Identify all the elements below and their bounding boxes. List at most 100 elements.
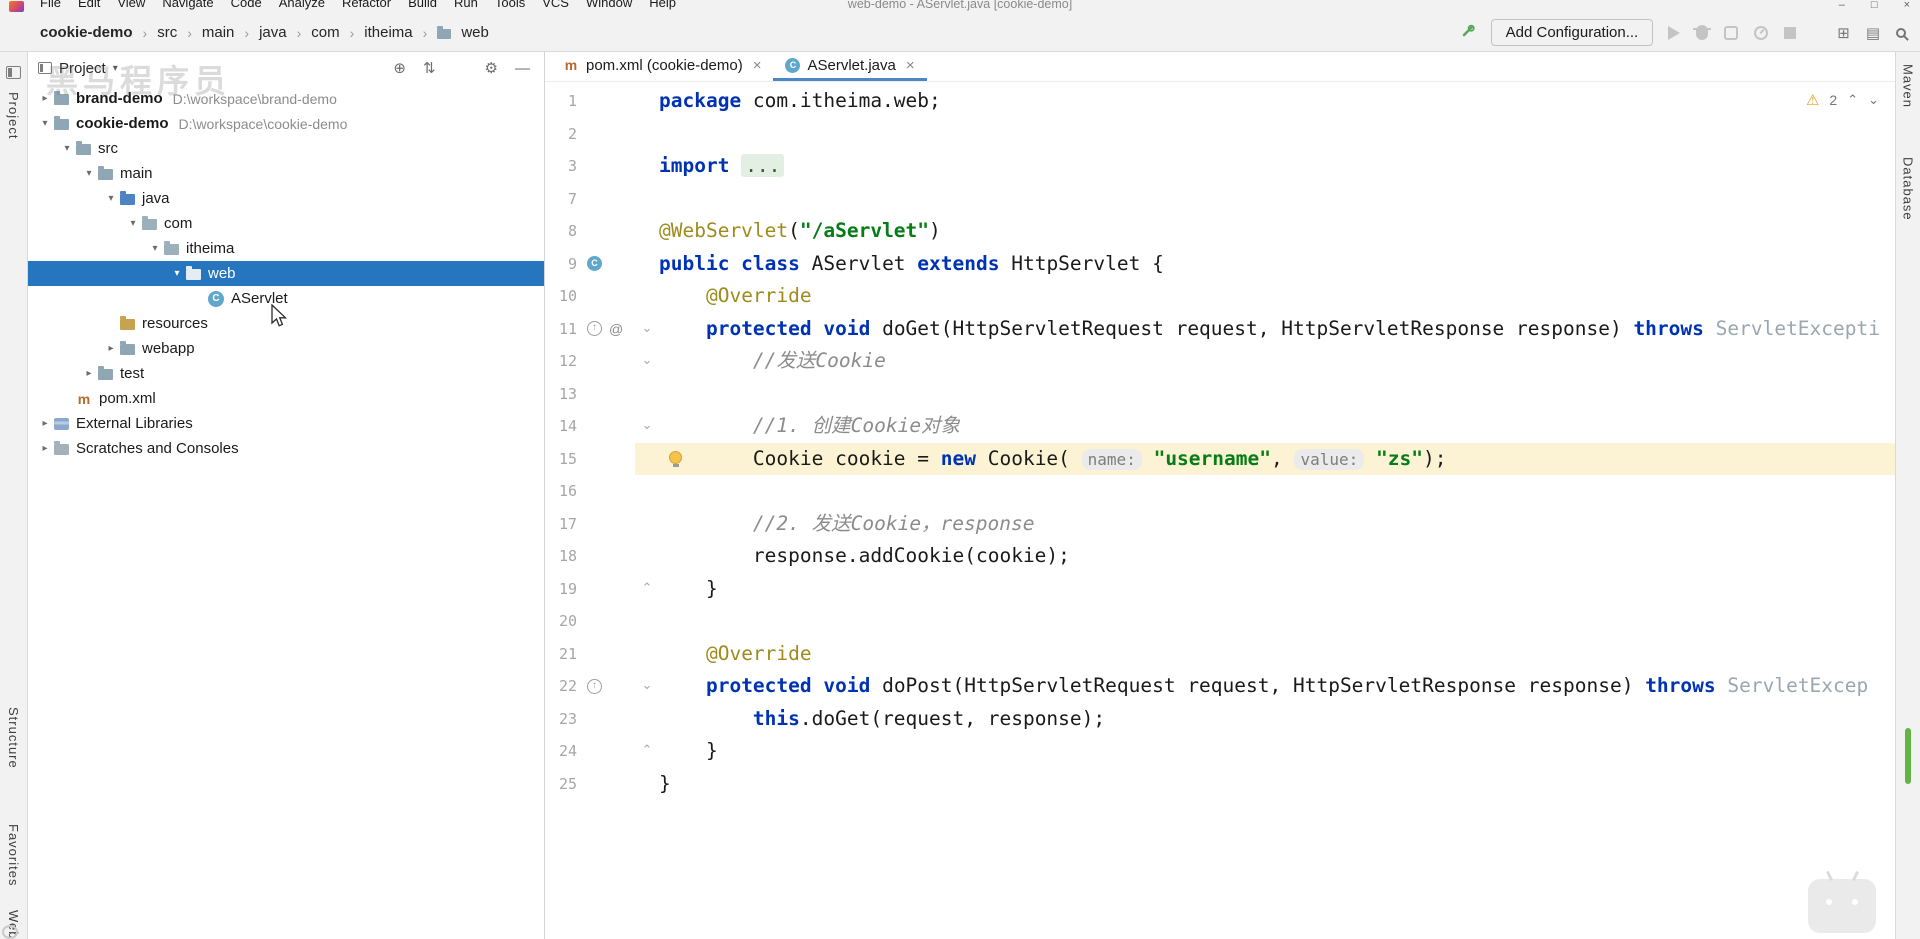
chevron-right-icon[interactable]: ▸ [36, 93, 54, 104]
tree-item-aservlet[interactable]: C AServlet [28, 286, 544, 311]
debug-icon[interactable] [1693, 25, 1712, 40]
hide-icon[interactable]: — [515, 60, 530, 77]
menu-file[interactable]: File [40, 0, 61, 14]
menu-build[interactable]: Build [408, 0, 437, 14]
code-text[interactable] [659, 605, 1895, 638]
project-panel-title[interactable]: Project [59, 60, 106, 77]
menu-refactor[interactable]: Refactor [342, 0, 391, 14]
editor-tab-aservlet-java[interactable]: C AServlet.java × [773, 52, 927, 81]
fold-up-icon[interactable]: ⌃ [635, 573, 659, 606]
add-configuration-button[interactable]: Add Configuration... [1490, 19, 1654, 46]
menu-code[interactable]: Code [231, 0, 262, 14]
collapse-all-icon[interactable]: ⇅ [423, 59, 436, 77]
layout-icon[interactable]: ▤ [1866, 24, 1880, 42]
maximize-icon[interactable]: □ [1871, 0, 1878, 14]
chevron-down-icon[interactable]: ▾ [113, 63, 118, 74]
chevron-down-icon[interactable]: ▾ [36, 118, 54, 129]
code-text[interactable]: protected void doPost(HttpServletRequest… [659, 670, 1895, 703]
chevron-right-icon[interactable]: ▸ [36, 418, 54, 429]
fold-up-icon[interactable]: ⌃ [635, 735, 659, 768]
breadcrumb-item-cookie-demo[interactable]: cookie-demo [40, 24, 133, 41]
tree-item-scratches-and-consoles[interactable]: ▸ Scratches and Consoles [28, 436, 544, 461]
code-text[interactable]: import ... [659, 150, 1895, 183]
fold-down-icon[interactable]: ⌄ [635, 410, 659, 443]
menu-vcs[interactable]: VCS [542, 0, 569, 14]
breadcrumb-item-itheima[interactable]: itheima [364, 24, 412, 41]
chevron-right-icon[interactable]: ▸ [80, 368, 98, 379]
tree-item-brand-demo[interactable]: ▸ brand-demo D:\workspace\brand-demo [28, 86, 544, 111]
tool-stripe-structure[interactable]: Structure [6, 707, 21, 769]
code-text[interactable]: package com.itheima.web; [659, 85, 1895, 118]
chevron-down-icon[interactable]: ▾ [146, 243, 164, 254]
code-text[interactable]: } [659, 573, 1895, 606]
tool-stripe-favorites[interactable]: Favorites [6, 824, 21, 886]
code-text[interactable] [659, 183, 1895, 216]
code-text[interactable]: //发送Cookie [659, 345, 1895, 378]
code-text[interactable]: //2. 发送Cookie，response [659, 508, 1895, 541]
build-hammer-icon[interactable] [1458, 24, 1476, 42]
close-icon[interactable]: × [906, 57, 915, 74]
close-icon[interactable]: × [753, 57, 762, 74]
menu-tools[interactable]: Tools [495, 0, 525, 14]
chevron-down-icon[interactable]: ▾ [124, 218, 142, 229]
override-method-icon[interactable]: ↑ [587, 321, 602, 337]
tree-item-web[interactable]: ▾ web [28, 261, 544, 286]
code-text[interactable]: this.doGet(request, response); [659, 703, 1895, 736]
search-icon[interactable] [1896, 27, 1906, 38]
code-text[interactable]: //1. 创建Cookie对象 [659, 410, 1895, 443]
code-text[interactable]: @WebServlet("/aServlet") [659, 215, 1895, 248]
menu-window[interactable]: Window [586, 0, 632, 14]
tree-item-webapp[interactable]: ▸ webapp [28, 336, 544, 361]
close-icon[interactable]: × [1904, 0, 1910, 14]
services-icon[interactable]: ⊞ [1837, 24, 1850, 42]
tree-item-external-libraries[interactable]: ▸ External Libraries [28, 411, 544, 436]
tree-item-resources[interactable]: resources [28, 311, 544, 336]
chevron-right-icon[interactable]: ▸ [102, 343, 120, 354]
breadcrumb-item-java[interactable]: java [259, 24, 287, 41]
code-text[interactable]: } [659, 768, 1895, 801]
tree-item-itheima[interactable]: ▾ itheima [28, 236, 544, 261]
tool-stripe-project[interactable]: Project [6, 92, 21, 139]
minimize-icon[interactable]: – [1839, 0, 1845, 14]
tree-item-com[interactable]: ▾ com [28, 211, 544, 236]
fold-down-icon[interactable]: ⌄ [635, 670, 659, 703]
code-text[interactable]: Cookie cookie = new Cookie( name: "usern… [659, 443, 1895, 476]
breadcrumb-item-web[interactable]: web [461, 24, 489, 41]
tree-item-pom-xml[interactable]: m pom.xml [28, 386, 544, 411]
menu-analyze[interactable]: Analyze [279, 0, 325, 14]
tree-item-test[interactable]: ▸ test [28, 361, 544, 386]
locate-icon[interactable]: ⊕ [393, 59, 406, 77]
chevron-down-icon[interactable]: ▾ [80, 168, 98, 179]
run-icon[interactable] [1668, 25, 1681, 40]
intention-bulb-icon[interactable] [669, 450, 682, 467]
fold-down-icon[interactable]: ⌄ [635, 345, 659, 378]
chevron-down-icon[interactable]: ▾ [168, 268, 186, 279]
override-method-icon[interactable]: ↑ [587, 678, 602, 694]
code-text[interactable]: @Override [659, 638, 1895, 671]
chevron-down-icon[interactable]: ▾ [102, 193, 120, 204]
breadcrumb-item-src[interactable]: src [157, 24, 177, 41]
tree-item-src[interactable]: ▾ src [28, 136, 544, 161]
code-text[interactable] [659, 118, 1895, 151]
chevron-down-icon[interactable]: ▾ [58, 143, 76, 154]
coverage-icon[interactable] [1724, 25, 1739, 40]
code-text[interactable] [659, 378, 1895, 411]
menu-view[interactable]: View [117, 0, 145, 14]
chevron-right-icon[interactable]: ▸ [36, 443, 54, 454]
tree-item-java[interactable]: ▾ java [28, 186, 544, 211]
menu-edit[interactable]: Edit [78, 0, 100, 14]
editor-body[interactable]: 1 package com.itheima.web; 2 3 import ... 7 8 @… [545, 82, 1895, 939]
fold-down-icon[interactable]: ⌄ [635, 313, 659, 346]
next-warning-icon[interactable]: ⌄ [1868, 92, 1879, 108]
menu-navigate[interactable]: Navigate [162, 0, 213, 14]
menu-help[interactable]: Help [649, 0, 676, 14]
breadcrumb-item-main[interactable]: main [202, 24, 235, 41]
settings-icon[interactable]: ⚙ [485, 59, 498, 77]
code-text[interactable]: public class AServlet extends HttpServle… [659, 248, 1895, 281]
profiler-icon[interactable] [1754, 25, 1769, 40]
tool-stripe-maven[interactable]: Maven [1901, 64, 1916, 108]
tool-stripe-database[interactable]: Database [1901, 157, 1916, 221]
breadcrumb-item-com[interactable]: com [311, 24, 339, 41]
code-text[interactable]: response.addCookie(cookie); [659, 540, 1895, 573]
editor-tab-pom-xml-cookie-demo[interactable]: m pom.xml (cookie-demo) × [551, 52, 773, 81]
